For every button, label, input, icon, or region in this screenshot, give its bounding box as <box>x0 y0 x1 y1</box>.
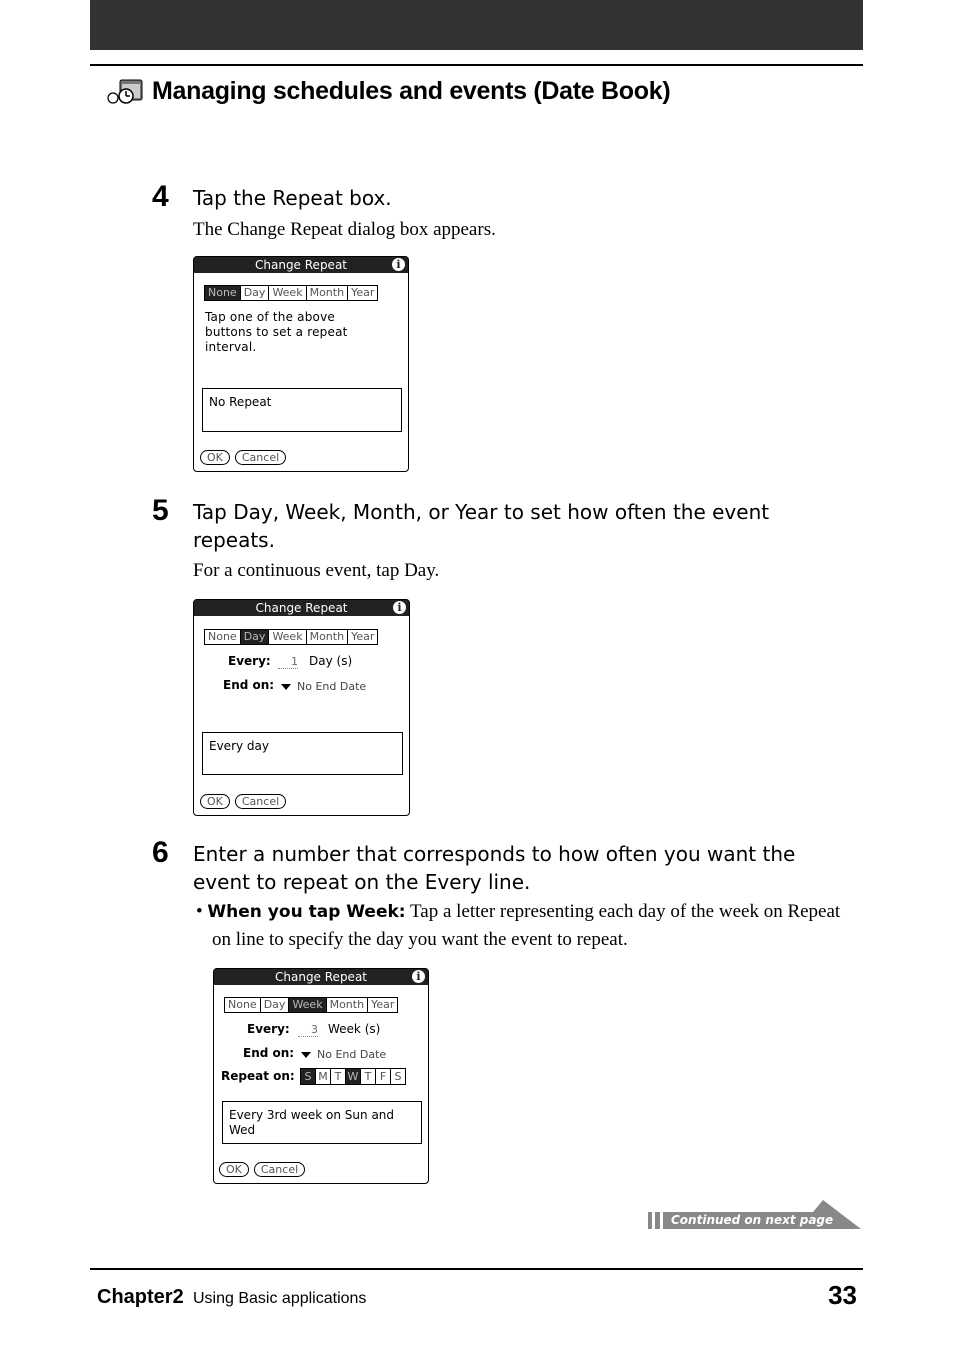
day-thursday[interactable]: T <box>361 1069 376 1084</box>
change-repeat-dialog: Change Repeat i None Day Week Month Year… <box>193 599 410 816</box>
dialog-buttons: OK Cancel <box>200 450 287 465</box>
every-unit: Day (s) <box>309 654 353 668</box>
dialog-title-bar: Change Repeat i <box>214 969 428 985</box>
instruction-line: interval. <box>205 340 257 354</box>
dropdown-arrow-icon <box>281 684 291 690</box>
cancel-button[interactable]: Cancel <box>253 1162 306 1177</box>
day-friday[interactable]: F <box>376 1069 391 1084</box>
tab-week[interactable]: Week <box>269 630 307 644</box>
tab-week[interactable]: Week <box>289 998 327 1012</box>
change-repeat-dialog: Change Repeat i None Day Week Month Year… <box>193 256 409 472</box>
step-number: 6 <box>152 836 169 869</box>
tab-day[interactable]: Day <box>260 998 290 1012</box>
repeat-on-label: Repeat on: <box>221 1069 295 1083</box>
header-rule <box>90 64 863 66</box>
summary-line: Wed <box>229 1123 256 1137</box>
end-on-label: End on: <box>243 1046 295 1060</box>
tab-year[interactable]: Year <box>368 998 398 1012</box>
tab-month[interactable]: Month <box>326 998 369 1012</box>
continued-text: Continued on next page <box>671 1213 834 1227</box>
day-saturday[interactable]: S <box>391 1069 405 1084</box>
repeat-summary-box: Every day <box>202 732 403 775</box>
tab-year[interactable]: Year <box>348 286 378 300</box>
end-on-label: End on: <box>223 678 275 692</box>
step-number: 5 <box>152 494 169 527</box>
repeat-type-selector: None Day Week Month Year <box>224 997 399 1013</box>
step-heading: Enter a number that corresponds to how o… <box>193 842 796 894</box>
dialog-buttons: OK Cancel <box>200 794 287 809</box>
tab-day[interactable]: Day <box>240 286 270 300</box>
footer-section: Using Basic applications <box>193 1290 367 1307</box>
every-label: Every: <box>228 654 271 668</box>
tab-month[interactable]: Month <box>306 286 349 300</box>
tab-week[interactable]: Week <box>269 286 307 300</box>
end-date-value: No End Date <box>297 680 367 693</box>
end-date-popup[interactable]: No End Date <box>301 1048 386 1061</box>
date-book-icon <box>107 79 143 104</box>
day-wednesday[interactable]: W <box>346 1069 361 1084</box>
dialog-title: Change Repeat <box>255 258 347 272</box>
every-unit: Week (s) <box>328 1022 381 1036</box>
repeat-summary-box: No Repeat <box>202 388 402 432</box>
dropdown-arrow-icon <box>301 1052 311 1058</box>
ok-button[interactable]: OK <box>219 1162 249 1177</box>
banner-bar <box>655 1212 660 1229</box>
tab-none[interactable]: None <box>205 630 241 644</box>
step-heading: Tap the Repeat box. <box>193 186 392 210</box>
day-tuesday[interactable]: T <box>331 1069 346 1084</box>
every-input[interactable]: 1 <box>278 655 298 669</box>
footer-rule <box>90 1268 863 1270</box>
step-number: 4 <box>152 180 169 213</box>
cancel-button[interactable]: Cancel <box>234 794 287 809</box>
info-icon[interactable]: i <box>412 970 425 983</box>
change-repeat-dialog: Change Repeat i None Day Week Month Year… <box>213 968 429 1184</box>
dialog-title-bar: Change Repeat i <box>194 257 408 273</box>
dialog-buttons: OK Cancel <box>219 1162 306 1177</box>
end-date-value: No End Date <box>317 1048 387 1061</box>
banner-bar <box>648 1212 652 1229</box>
repeat-type-selector: None Day Week Month Year <box>204 629 379 645</box>
cancel-button[interactable]: Cancel <box>234 450 287 465</box>
repeat-type-selector: None Day Week Month Year <box>204 285 379 301</box>
instruction-text: Tap one of the above buttons to set a re… <box>205 310 348 355</box>
section-title: Managing schedules and events (Date Book… <box>106 76 671 106</box>
step-heading: Tap Day, Week, Month, or Year to set how… <box>193 500 770 552</box>
tab-month[interactable]: Month <box>306 630 349 644</box>
info-icon[interactable]: i <box>392 258 405 271</box>
tab-year[interactable]: Year <box>348 630 378 644</box>
page-number: 33 <box>828 1280 857 1310</box>
day-monday[interactable]: M <box>316 1069 331 1084</box>
instruction-line: buttons to set a repeat <box>205 325 348 339</box>
bullet-week: • When you tap Week: Tap a letter repres… <box>196 901 841 950</box>
banner-arrow-top <box>813 1200 823 1212</box>
ok-button[interactable]: OK <box>200 794 230 809</box>
dialog-title: Change Repeat <box>275 970 367 984</box>
footer-chapter: Chapter2 <box>97 1286 184 1308</box>
end-date-popup[interactable]: No End Date <box>281 680 366 693</box>
bullet-label: When you tap Week: <box>207 902 406 922</box>
page-title: Managing schedules and events (Date Book… <box>152 76 671 105</box>
dialog-title: Change Repeat <box>255 601 348 615</box>
repeat-summary-box: Every 3rd week on Sun and Wed <box>222 1101 422 1144</box>
info-icon[interactable]: i <box>393 601 406 614</box>
summary-line: Every 3rd week on Sun and <box>229 1108 395 1122</box>
continued-banner: Continued on next page <box>648 1200 862 1232</box>
dialog-title-bar: Change Repeat i <box>194 600 409 616</box>
day-sunday[interactable]: S <box>301 1069 316 1084</box>
ok-button[interactable]: OK <box>200 450 230 465</box>
step-body: The Change Repeat dialog box appears. <box>193 219 496 240</box>
every-label: Every: <box>247 1022 290 1036</box>
instruction-line: Tap one of the above <box>205 310 335 324</box>
weekday-selector: S M T W T F S <box>300 1068 406 1085</box>
every-input[interactable]: 3 <box>298 1023 318 1037</box>
tab-day[interactable]: Day <box>240 630 270 644</box>
tab-none[interactable]: None <box>205 286 241 300</box>
tab-none[interactable]: None <box>225 998 261 1012</box>
top-banner <box>90 0 863 50</box>
step-body: For a continuous event, tap Day. <box>193 560 440 581</box>
